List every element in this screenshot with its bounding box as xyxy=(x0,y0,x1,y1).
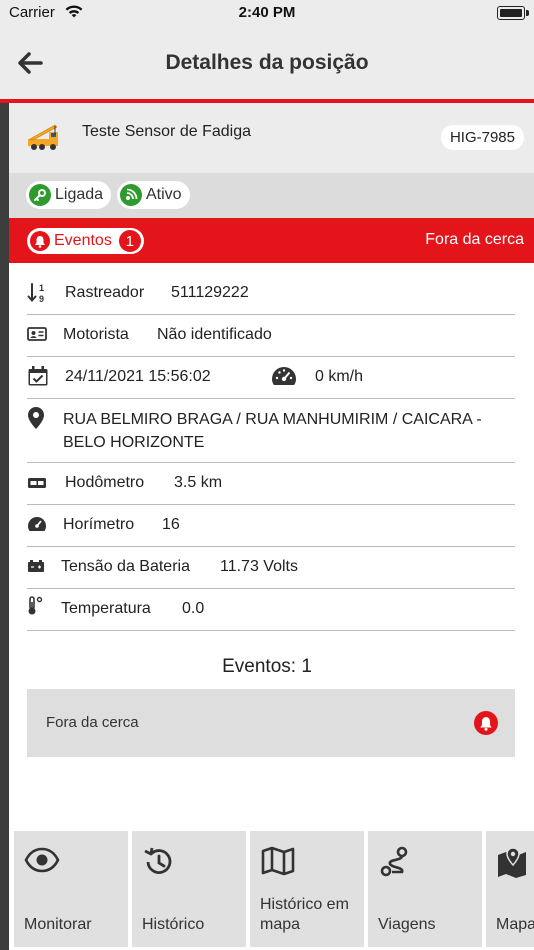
event-item[interactable]: Fora da cerca xyxy=(27,689,515,757)
hourmeter-value: 16 xyxy=(162,516,180,533)
battery-icon xyxy=(497,6,529,20)
ignition-chip: Ligada xyxy=(26,181,112,209)
tracker-row: 19 Rastreador 511129222 xyxy=(27,272,515,315)
clock: 2:40 PM xyxy=(238,4,296,21)
datetime-row: 24/11/2021 15:56:02 0 km/h xyxy=(27,356,515,399)
bell-icon xyxy=(474,711,498,735)
battery-label: Tensão da Bateria xyxy=(61,558,190,575)
tracker-value: 511129222 xyxy=(171,284,249,301)
eye-icon xyxy=(24,845,60,880)
external-map-button[interactable]: Mapa externo xyxy=(486,831,534,947)
event-label: Fora da cerca xyxy=(46,714,139,731)
plate-badge: HIG-7985 xyxy=(440,125,524,150)
monitor-label: Monitorar xyxy=(24,916,92,933)
signal-icon xyxy=(120,184,142,206)
temperature-value: 0.0 xyxy=(182,600,205,617)
external-map-label: Mapa externo xyxy=(496,916,534,933)
temperature-row: Temperatura 0.0 xyxy=(27,588,515,631)
side-strip xyxy=(0,103,9,950)
address-row: RUA BELMIRO BRAGA / RUA MANHUMIRIM / CAI… xyxy=(27,398,515,463)
svg-text:9: 9 xyxy=(39,294,44,304)
svg-text:1: 1 xyxy=(39,283,44,293)
id-card-icon xyxy=(27,326,47,347)
events-bar: Eventos 1 Fora da cerca xyxy=(9,218,534,263)
datetime-value: 24/11/2021 15:56:02 xyxy=(65,368,211,385)
active-label: Ativo xyxy=(146,186,182,203)
page-title: Detalhes da posição xyxy=(165,51,369,74)
status-bar: Carrier 2:40 PM xyxy=(0,0,534,27)
tracker-label: Rastreador xyxy=(65,284,145,301)
sort-numeric-icon: 19 xyxy=(27,282,49,309)
driver-value: Não identificado xyxy=(157,326,272,343)
odometer-row: Hodômetro 3.5 km xyxy=(27,462,515,505)
calendar-check-icon xyxy=(27,365,49,392)
action-bar: Monitorar Histórico Histórico em mapa Vi… xyxy=(14,831,534,947)
route-icon xyxy=(378,845,412,884)
history-icon xyxy=(142,845,176,884)
hourmeter-label: Horímetro xyxy=(63,516,135,533)
trips-label: Viagens xyxy=(378,916,436,933)
events-chip[interactable]: Eventos 1 xyxy=(27,228,144,254)
ignition-label: Ligada xyxy=(55,186,104,203)
map-pin-icon xyxy=(27,406,45,435)
hourmeter-row: Horímetro 16 xyxy=(27,504,515,547)
odometer-icon xyxy=(27,476,47,494)
events-title: Eventos: 1 xyxy=(222,656,312,677)
trips-button[interactable]: Viagens xyxy=(368,831,482,947)
events-count-badge: 1 xyxy=(118,230,141,252)
active-chip: Ativo xyxy=(117,181,190,209)
address-value: RUA BELMIRO BRAGA / RUA MANHUMIRIM / CAI… xyxy=(63,411,482,451)
crane-truck-icon xyxy=(25,121,63,158)
speedometer-icon xyxy=(270,365,298,392)
gauge-icon xyxy=(27,516,47,537)
map-pin-icon xyxy=(496,845,530,884)
speed-value: 0 km/h xyxy=(315,368,364,385)
history-map-label: Histórico em mapa xyxy=(260,896,349,933)
odometer-value: 3.5 km xyxy=(174,474,223,491)
history-map-button[interactable]: Histórico em mapa xyxy=(250,831,364,947)
battery-value: 11.73 Volts xyxy=(220,558,298,575)
map-icon xyxy=(260,845,296,882)
car-battery-icon xyxy=(27,559,45,578)
battery-row: Tensão da Bateria 11.73 Volts xyxy=(27,546,515,589)
driver-row: Motorista Não identificado xyxy=(27,314,515,357)
temperature-label: Temperatura xyxy=(61,600,151,617)
nav-bar: Detalhes da posição xyxy=(0,27,534,99)
driver-label: Motorista xyxy=(63,326,129,343)
monitor-button[interactable]: Monitorar xyxy=(14,831,128,947)
odometer-label: Hodômetro xyxy=(65,474,145,491)
vehicle-name: Teste Sensor de Fadiga xyxy=(82,123,251,140)
status-chips: Ligada Ativo xyxy=(9,173,534,218)
fence-status: Fora da cerca xyxy=(425,231,524,248)
thermometer-icon xyxy=(27,596,45,621)
events-label: Eventos xyxy=(54,232,112,249)
key-icon xyxy=(29,184,51,206)
history-button[interactable]: Histórico xyxy=(132,831,246,947)
history-label: Histórico xyxy=(142,916,205,933)
bell-icon xyxy=(30,231,50,251)
vehicle-header: Teste Sensor de Fadiga HIG-7985 xyxy=(9,103,534,173)
